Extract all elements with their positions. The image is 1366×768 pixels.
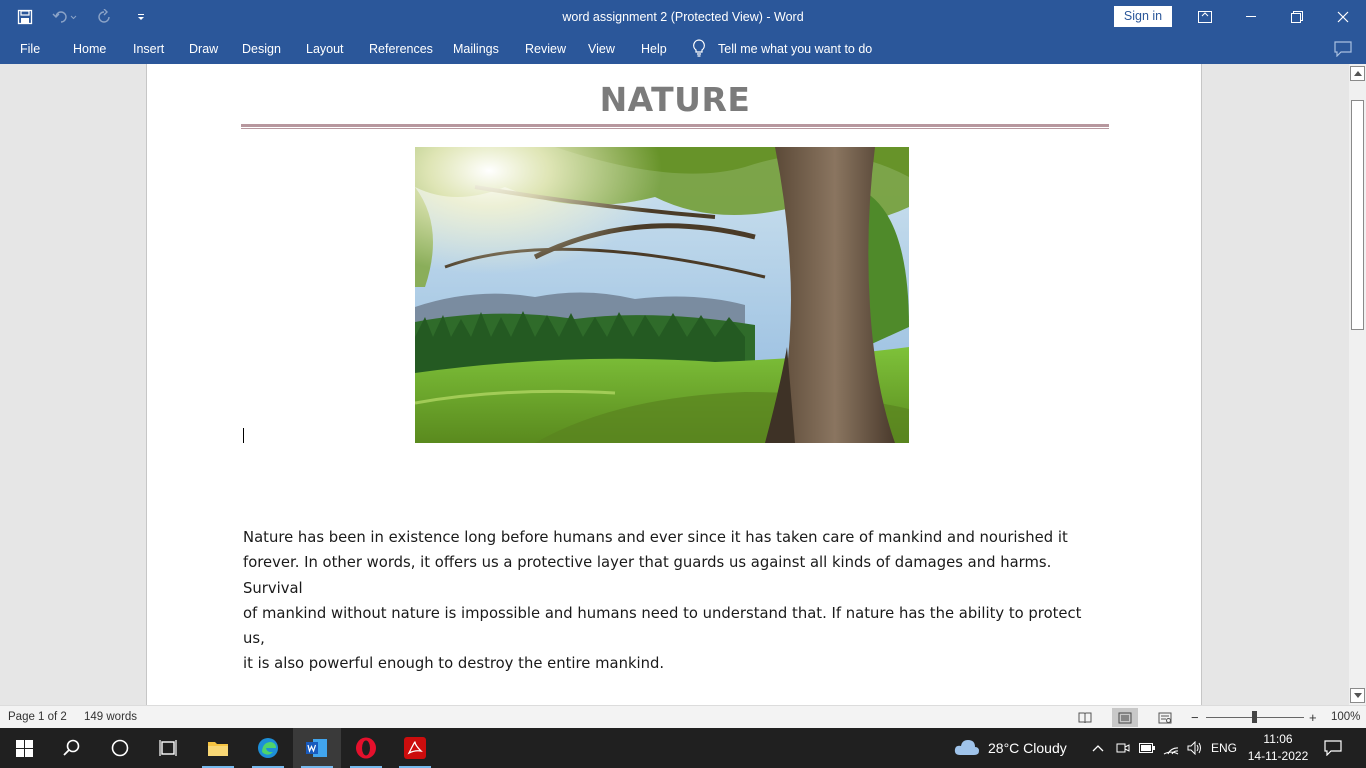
tab-layout[interactable]: Layout [306, 34, 344, 64]
clock-date: 14-11-2022 [1247, 749, 1309, 763]
tab-design[interactable]: Design [242, 34, 281, 64]
undo-icon[interactable] [50, 6, 80, 28]
input-language[interactable]: ENG [1208, 728, 1240, 768]
redo-icon[interactable] [94, 6, 116, 28]
system-clock[interactable]: 11:06 14-11-2022 [1242, 731, 1314, 765]
paragraph-line: forever. In other words, it offers us a … [243, 554, 1052, 597]
search-icon[interactable] [48, 728, 96, 768]
paragraph-line: of mankind without nature is impossible … [243, 604, 1082, 648]
lightbulb-icon [692, 38, 706, 60]
status-bar: Page 1 of 2 149 words − + 100% [0, 705, 1366, 728]
body-paragraph[interactable]: Nature has been in existence long before… [243, 525, 1105, 677]
tab-insert[interactable]: Insert [133, 34, 164, 64]
paragraph-line: it is also powerful enough to destroy th… [243, 655, 665, 673]
tell-me-search[interactable]: Tell me what you want to do [692, 34, 872, 64]
tab-help[interactable]: Help [641, 34, 667, 64]
text-cursor [243, 428, 244, 443]
tab-review[interactable]: Review [525, 34, 566, 64]
title-bar: word assignment 2 (Protected View) - Wor… [0, 0, 1366, 34]
document-heading: NATURE [599, 80, 751, 119]
battery-icon[interactable] [1136, 728, 1158, 768]
sign-in-button[interactable]: Sign in [1114, 6, 1172, 27]
read-mode-icon[interactable] [1072, 708, 1098, 727]
file-explorer-icon[interactable] [194, 728, 242, 768]
document-canvas: NATURE Nature has been in existence long… [0, 64, 1349, 705]
tab-references[interactable]: References [369, 34, 433, 64]
show-hidden-icons-icon[interactable] [1088, 728, 1108, 768]
taskbar: 28°C Cloudy ENG 11:06 14-11-2022 [0, 728, 1366, 768]
print-layout-icon[interactable] [1112, 708, 1138, 727]
web-layout-icon[interactable] [1152, 708, 1178, 727]
page-count[interactable]: Page 1 of 2 [8, 706, 67, 729]
word-count[interactable]: 149 words [84, 706, 137, 729]
task-view-icon[interactable] [144, 728, 192, 768]
word-app-icon[interactable] [293, 728, 341, 768]
ribbon-display-options-icon[interactable] [1182, 0, 1228, 34]
heading-rule [241, 124, 1109, 127]
scrollbar-thumb[interactable] [1351, 100, 1364, 330]
tell-me-label: Tell me what you want to do [718, 42, 873, 56]
weather-text: 28°C Cloudy [988, 740, 1067, 756]
zoom-in-icon[interactable]: + [1309, 706, 1317, 729]
close-icon[interactable] [1320, 0, 1366, 34]
quick-access-toolbar [14, 0, 152, 34]
windows-start-icon[interactable] [0, 728, 48, 768]
paragraph-line: Nature has been in existence long before… [243, 529, 1068, 546]
cloud-icon [954, 738, 980, 759]
weather-widget[interactable]: 28°C Cloudy [954, 728, 1067, 768]
opera-browser-icon[interactable] [342, 728, 390, 768]
zoom-slider-thumb[interactable] [1252, 711, 1257, 723]
comments-icon[interactable] [1334, 41, 1352, 62]
scroll-up-icon[interactable] [1350, 66, 1365, 81]
scroll-down-icon[interactable] [1350, 688, 1365, 703]
acrobat-reader-icon[interactable] [391, 728, 439, 768]
notifications-icon[interactable] [1318, 728, 1348, 768]
zoom-level[interactable]: 100% [1331, 706, 1360, 729]
zoom-out-icon[interactable]: − [1191, 706, 1199, 729]
tab-draw[interactable]: Draw [189, 34, 218, 64]
nature-tree-image[interactable] [415, 147, 909, 443]
tab-mailings[interactable]: Mailings [453, 34, 499, 64]
tab-view[interactable]: View [588, 34, 615, 64]
tab-home[interactable]: Home [73, 34, 106, 64]
volume-icon[interactable] [1184, 728, 1206, 768]
meet-now-icon[interactable] [1112, 728, 1134, 768]
vertical-scrollbar[interactable] [1349, 64, 1366, 705]
cortana-icon[interactable] [96, 728, 144, 768]
wifi-icon[interactable] [1160, 728, 1182, 768]
heading-rule-thin [241, 128, 1109, 129]
clock-time: 11:06 [1263, 732, 1293, 746]
document-page[interactable]: NATURE Nature has been in existence long… [146, 64, 1202, 705]
restore-icon[interactable] [1274, 0, 1320, 34]
save-icon[interactable] [14, 6, 36, 28]
customize-qat-icon[interactable] [130, 6, 152, 28]
minimize-icon[interactable] [1228, 0, 1274, 34]
tab-file[interactable]: File [20, 34, 40, 64]
edge-browser-icon[interactable] [244, 728, 292, 768]
ribbon-tabs: File Home Insert Draw Design Layout Refe… [0, 34, 1366, 64]
